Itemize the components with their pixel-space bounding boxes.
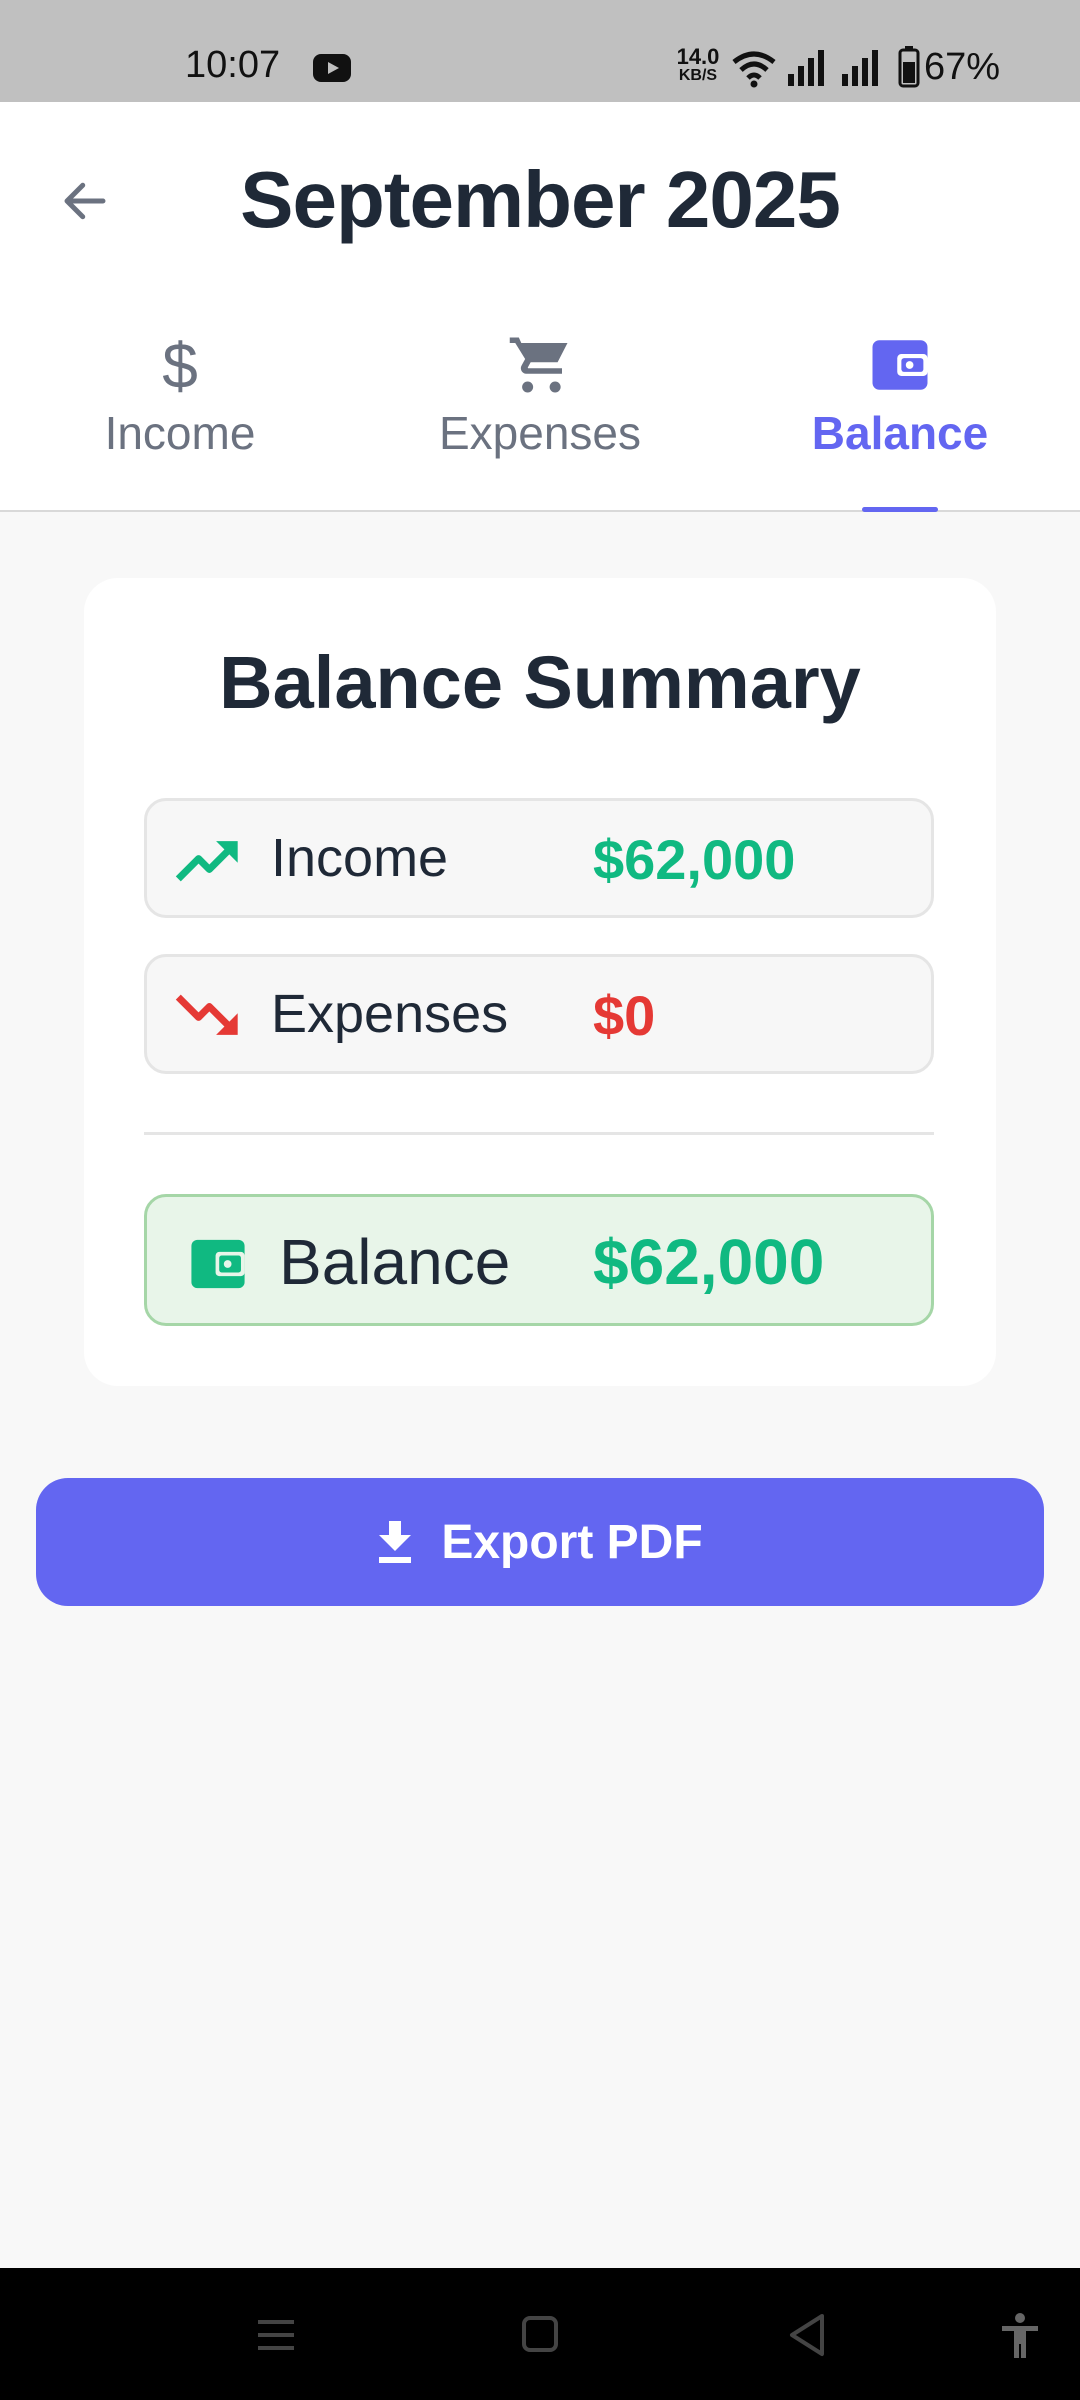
page-title: September 2025 [240, 155, 841, 244]
income-value: $62,000 [593, 828, 796, 891]
home-square-icon[interactable] [510, 2310, 570, 2360]
svg-text:$: $ [162, 332, 198, 398]
accessibility-icon[interactable] [990, 2310, 1050, 2360]
network-speed-unit: KB/S [678, 67, 718, 84]
youtube-icon [313, 54, 351, 82]
app-header: September 2025 $ Income Expenses Balance [0, 102, 1080, 512]
tab-expenses-label: Expenses [438, 407, 641, 459]
menu-icon[interactable] [246, 2310, 306, 2360]
status-time: 10:07 [185, 44, 281, 86]
wallet-icon [191, 1239, 245, 1289]
tab-income[interactable]: $ Income [60, 332, 300, 512]
dollar-icon: $ [162, 332, 198, 398]
tab-income-label: Income [104, 407, 256, 459]
battery-percent: 67% [924, 46, 1001, 88]
card-title: Balance Summary [219, 641, 861, 724]
income-label: Income [271, 828, 449, 888]
cart-icon [509, 337, 568, 393]
balance-label: Balance [279, 1226, 511, 1298]
trending-down-icon [175, 994, 238, 1035]
wallet-icon [872, 340, 928, 390]
balance-row: Balance $62,000 [144, 1194, 934, 1326]
network-speed: 14.0 KB/S [670, 46, 726, 84]
back-triangle-icon[interactable] [778, 2310, 838, 2360]
export-pdf-label: Export PDF [441, 1515, 703, 1569]
status-icons [732, 46, 920, 88]
tab-balance[interactable]: Balance [780, 332, 1020, 512]
status-bar: 10:07 14.0 KB/S 67% [0, 0, 1080, 102]
tab-balance-label: Balance [811, 407, 989, 459]
balance-value: $62,000 [593, 1226, 825, 1298]
expenses-label: Expenses [271, 984, 509, 1044]
wifi-icon [732, 51, 776, 88]
download-icon [379, 1521, 412, 1563]
divider [144, 1132, 934, 1135]
expenses-row: Expenses $0 [144, 954, 934, 1074]
export-pdf-button[interactable]: Export PDF [36, 1478, 1044, 1606]
network-speed-value: 14.0 [676, 44, 720, 69]
income-row: Income $62,000 [144, 798, 934, 918]
signal-icon [842, 50, 878, 86]
tab-expenses[interactable]: Expenses [420, 332, 660, 512]
expenses-value: $0 [593, 984, 656, 1047]
battery-icon [898, 46, 920, 88]
signal-icon [788, 50, 824, 86]
active-tab-indicator [862, 507, 938, 512]
trending-up-icon [175, 841, 238, 882]
balance-summary-card: Balance Summary Income $62,000 Expenses … [84, 578, 996, 1386]
system-nav-bar [0, 2268, 1080, 2400]
